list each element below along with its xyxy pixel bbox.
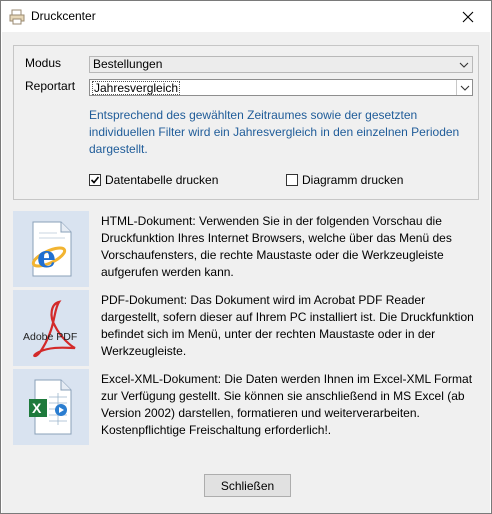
pdf-document-icon[interactable]: Adobe PDF (13, 290, 89, 366)
pdf-document-text: PDF-Dokument: Das Dokument wird im Acrob… (101, 293, 474, 358)
dialog-content: Modus Bestellungen Reportart Jahresvergl… (2, 32, 490, 513)
html-document-icon[interactable]: e (13, 211, 89, 287)
print-chart-checkbox[interactable]: Diagramm drucken (286, 173, 403, 187)
title-bar[interactable]: Druckcenter (1, 1, 491, 32)
checkbox-box (286, 174, 298, 186)
excel-document-row: X Excel-XML-Dokument: Die Daten werden I… (13, 369, 479, 445)
chevron-down-icon (456, 57, 472, 72)
close-dialog-button[interactable]: Schließen (204, 474, 291, 497)
pdf-icon-label: Adobe PDF (23, 331, 77, 343)
pdf-document-row: Adobe PDF PDF-Dokument: Das Dokument wir… (13, 290, 479, 366)
print-chart-label: Diagramm drucken (302, 173, 404, 187)
svg-text:e: e (37, 240, 56, 275)
printer-app-icon (9, 9, 25, 25)
modus-label: Modus (25, 56, 62, 70)
print-table-label: Datentabelle drucken (105, 173, 219, 187)
settings-group: Modus Bestellungen Reportart Jahresvergl… (13, 45, 479, 200)
dialog-window: Druckcenter Modus Bestellungen Reportart… (0, 0, 492, 514)
reportart-label: Reportart (25, 79, 76, 93)
svg-text:X: X (32, 400, 42, 416)
print-table-checkbox[interactable]: Datentabelle drucken (89, 173, 218, 187)
chevron-down-icon (456, 80, 472, 95)
excel-document-icon[interactable]: X (13, 369, 89, 445)
checkbox-box (89, 174, 101, 186)
excel-document-text: Excel-XML-Dokument: Die Daten werden Ihn… (101, 372, 473, 437)
modus-value: Bestellungen (93, 57, 163, 71)
report-description: Entsprechend des gewählten Zeitraumes so… (89, 108, 460, 156)
reportart-select[interactable]: Jahresvergleich (89, 79, 473, 96)
window-title: Druckcenter (31, 9, 96, 23)
html-document-row: e HTML-Dokument: Verwenden Sie in der fo… (13, 211, 479, 287)
reportart-value: Jahresvergleich (92, 81, 181, 95)
modus-select[interactable]: Bestellungen (89, 56, 473, 73)
checkmark-icon (90, 176, 100, 184)
close-icon (462, 11, 474, 22)
window-close-button[interactable] (445, 1, 491, 32)
html-document-text: HTML-Dokument: Verwenden Sie in der folg… (101, 214, 452, 279)
